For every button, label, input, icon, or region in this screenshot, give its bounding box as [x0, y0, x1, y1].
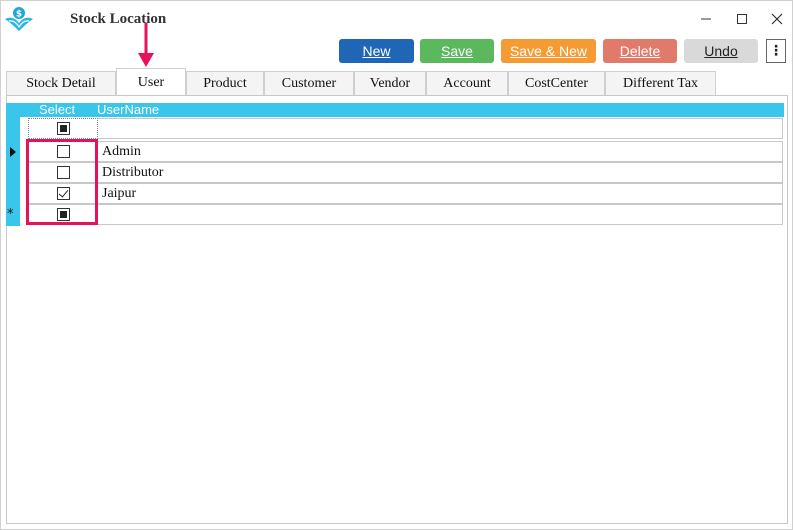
select-all-cell[interactable] — [28, 118, 98, 139]
more-options-button[interactable]: ⋮ — [766, 39, 786, 63]
username-cell[interactable]: Distributor — [98, 162, 783, 183]
column-header-username[interactable]: UserName — [97, 102, 159, 117]
tab-stock-detail[interactable]: Stock Detail — [6, 71, 116, 95]
current-row-pointer-icon — [10, 147, 16, 157]
app-window: $ Stock Location New Save Save & New Del… — [0, 0, 793, 530]
table-row[interactable]: Distributor — [20, 162, 783, 183]
tab-account[interactable]: Account — [426, 71, 508, 95]
new-row-marker: * — [7, 207, 14, 222]
table-row[interactable]: Admin — [20, 141, 783, 162]
delete-button[interactable]: Delete — [603, 39, 677, 63]
highlight-box — [26, 139, 98, 225]
save-button[interactable]: Save — [420, 39, 494, 63]
app-logo-icon: $ — [5, 7, 33, 31]
save-and-new-button[interactable]: Save & New — [501, 39, 596, 63]
filter-row — [20, 118, 783, 139]
tab-user[interactable]: User — [116, 68, 186, 96]
tab-different-tax[interactable]: Different Tax — [605, 71, 716, 95]
username-cell[interactable]: Jaipur — [98, 183, 783, 204]
minimize-icon[interactable] — [691, 7, 721, 31]
close-icon[interactable] — [762, 7, 792, 31]
tab-product[interactable]: Product — [186, 71, 264, 95]
username-cell[interactable]: Admin — [98, 141, 783, 162]
tab-vendor[interactable]: Vendor — [354, 71, 426, 95]
username-filter-cell[interactable] — [98, 118, 783, 139]
username-cell[interactable] — [98, 204, 783, 225]
grid-corner — [6, 103, 20, 117]
select-all-checkbox[interactable] — [56, 122, 70, 135]
table-row[interactable]: Jaipur — [20, 183, 783, 204]
tab-customer[interactable]: Customer — [264, 71, 354, 95]
maximize-icon[interactable] — [727, 7, 757, 31]
svg-text:$: $ — [16, 10, 22, 20]
new-button[interactable]: New — [339, 39, 414, 63]
column-header-select[interactable]: Select — [39, 102, 75, 117]
grid-header: Select UserName — [6, 102, 784, 117]
new-row[interactable] — [20, 204, 783, 225]
tab-costcenter[interactable]: CostCenter — [508, 71, 605, 95]
arrow-down-icon — [138, 23, 154, 67]
undo-button[interactable]: Undo — [684, 39, 758, 63]
title-bar: $ Stock Location — [1, 1, 793, 37]
